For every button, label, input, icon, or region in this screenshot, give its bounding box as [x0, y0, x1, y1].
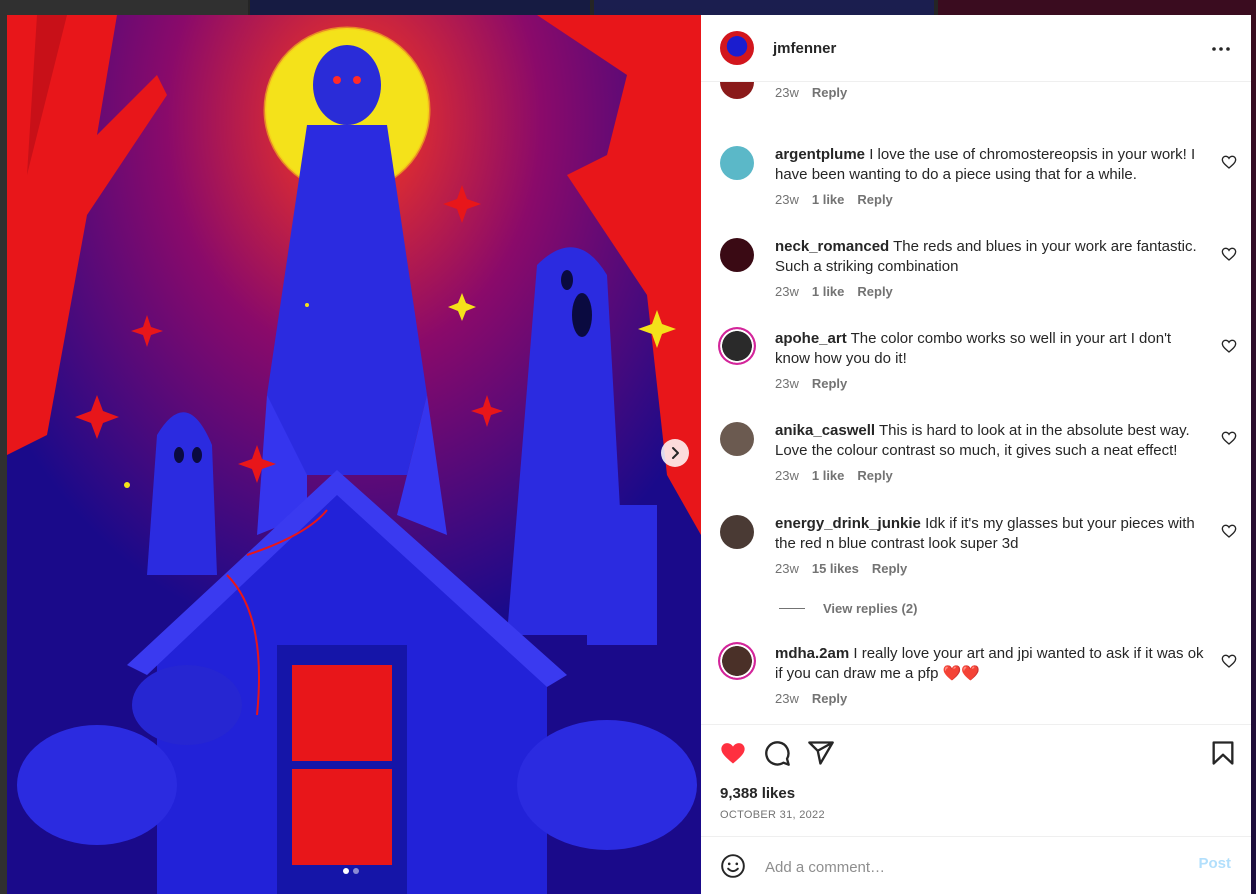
- comment-meta: 23w Reply: [775, 376, 847, 391]
- comment-time: 23w: [775, 468, 799, 483]
- comment-meta: 23w Reply: [775, 691, 847, 706]
- post-header: jmfenner: [701, 15, 1251, 82]
- post-date: OCTOBER 31, 2022: [720, 809, 825, 821]
- reply-button[interactable]: Reply: [857, 192, 892, 207]
- more-options-button[interactable]: [1211, 39, 1231, 59]
- heart-outline-icon[interactable]: [1221, 338, 1237, 354]
- commenter-username[interactable]: argentplume: [775, 146, 865, 163]
- commenter-avatar[interactable]: [720, 238, 754, 272]
- view-replies-button[interactable]: View replies (2): [779, 601, 917, 616]
- post-image[interactable]: [7, 15, 701, 894]
- commenter-username[interactable]: mdha.2am: [775, 645, 849, 662]
- comment-likes[interactable]: 1 like: [812, 192, 845, 207]
- comment-meta: 23w 15 likes Reply: [775, 561, 907, 576]
- author-username[interactable]: jmfenner: [773, 40, 836, 57]
- comment-time: 23w: [775, 691, 799, 706]
- comment-meta: 23w 1 like Reply: [775, 284, 893, 299]
- author-avatar[interactable]: [720, 31, 754, 65]
- commenter-avatar[interactable]: [720, 81, 754, 99]
- artwork-illustration: [7, 15, 701, 894]
- commenter-avatar[interactable]: [718, 642, 756, 680]
- heart-outline-icon[interactable]: [1221, 653, 1237, 669]
- comment-icon[interactable]: [763, 739, 791, 767]
- emoji-icon[interactable]: [720, 853, 746, 879]
- commenter-username[interactable]: apohe_art: [775, 330, 847, 347]
- comment-input[interactable]: [763, 851, 1177, 883]
- reply-button[interactable]: Reply: [857, 468, 892, 483]
- comment-likes[interactable]: 1 like: [812, 468, 845, 483]
- share-icon[interactable]: [807, 739, 835, 767]
- commenter-avatar[interactable]: [720, 422, 754, 456]
- view-replies-label: View replies (2): [823, 601, 918, 616]
- comment-body: mdha.2am I really love your art and jpi …: [775, 644, 1207, 684]
- comment-meta: 23w 1 like Reply: [775, 192, 893, 207]
- view-replies-line: [779, 608, 805, 609]
- comment-body: neck_romanced The reds and blues in your…: [775, 237, 1207, 277]
- post-modal: jmfenner 23w Reply argentplume I love th…: [7, 15, 1251, 894]
- commenter-avatar[interactable]: [720, 515, 754, 549]
- post-sidebar: jmfenner 23w Reply argentplume I love th…: [701, 15, 1251, 894]
- post-actions: 9,388 likes OCTOBER 31, 2022: [701, 724, 1251, 837]
- heart-outline-icon[interactable]: [1221, 430, 1237, 446]
- chevron-right-icon: [672, 447, 679, 459]
- carousel-dot: [353, 868, 359, 874]
- commenter-username[interactable]: energy_drink_junkie: [775, 515, 921, 532]
- comment-time: 23w: [775, 561, 799, 576]
- comments-list[interactable]: 23w Reply argentplume I love the use of …: [701, 81, 1251, 724]
- comment-meta: 23w Reply: [775, 85, 847, 100]
- add-comment-bar: Post: [701, 836, 1251, 894]
- comment-time: 23w: [775, 376, 799, 391]
- heart-outline-icon[interactable]: [1221, 154, 1237, 170]
- more-icon: [1212, 47, 1230, 51]
- carousel-dot-active: [343, 868, 349, 874]
- comment-time: 23w: [775, 284, 799, 299]
- commenter-username[interactable]: anika_caswell: [775, 422, 875, 439]
- carousel-indicator: [343, 868, 359, 874]
- heart-filled-icon[interactable]: [719, 739, 747, 767]
- comment-likes[interactable]: 15 likes: [812, 561, 859, 576]
- reply-button[interactable]: Reply: [812, 691, 847, 706]
- commenter-avatar[interactable]: [718, 327, 756, 365]
- comment-body: anika_caswell This is hard to look at in…: [775, 421, 1207, 461]
- reply-button[interactable]: Reply: [857, 284, 892, 299]
- comment-time: 23w: [775, 85, 799, 100]
- comment-meta: 23w 1 like Reply: [775, 468, 893, 483]
- reply-button[interactable]: Reply: [812, 376, 847, 391]
- reply-button[interactable]: Reply: [872, 561, 907, 576]
- likes-count[interactable]: 9,388 likes: [720, 785, 795, 802]
- comment-likes[interactable]: 1 like: [812, 284, 845, 299]
- bookmark-icon[interactable]: [1209, 739, 1237, 767]
- next-image-button[interactable]: [661, 439, 689, 467]
- comment-body: argentplume I love the use of chromoster…: [775, 145, 1207, 185]
- heart-outline-icon[interactable]: [1221, 246, 1237, 262]
- heart-outline-icon[interactable]: [1221, 523, 1237, 539]
- comment-body: energy_drink_junkie Idk if it's my glass…: [775, 514, 1207, 554]
- reply-button[interactable]: Reply: [812, 85, 847, 100]
- commenter-username[interactable]: neck_romanced: [775, 238, 889, 255]
- comment-time: 23w: [775, 192, 799, 207]
- commenter-avatar[interactable]: [720, 146, 754, 180]
- comment-body: apohe_art The color combo works so well …: [775, 329, 1207, 369]
- post-comment-button[interactable]: Post: [1198, 855, 1231, 872]
